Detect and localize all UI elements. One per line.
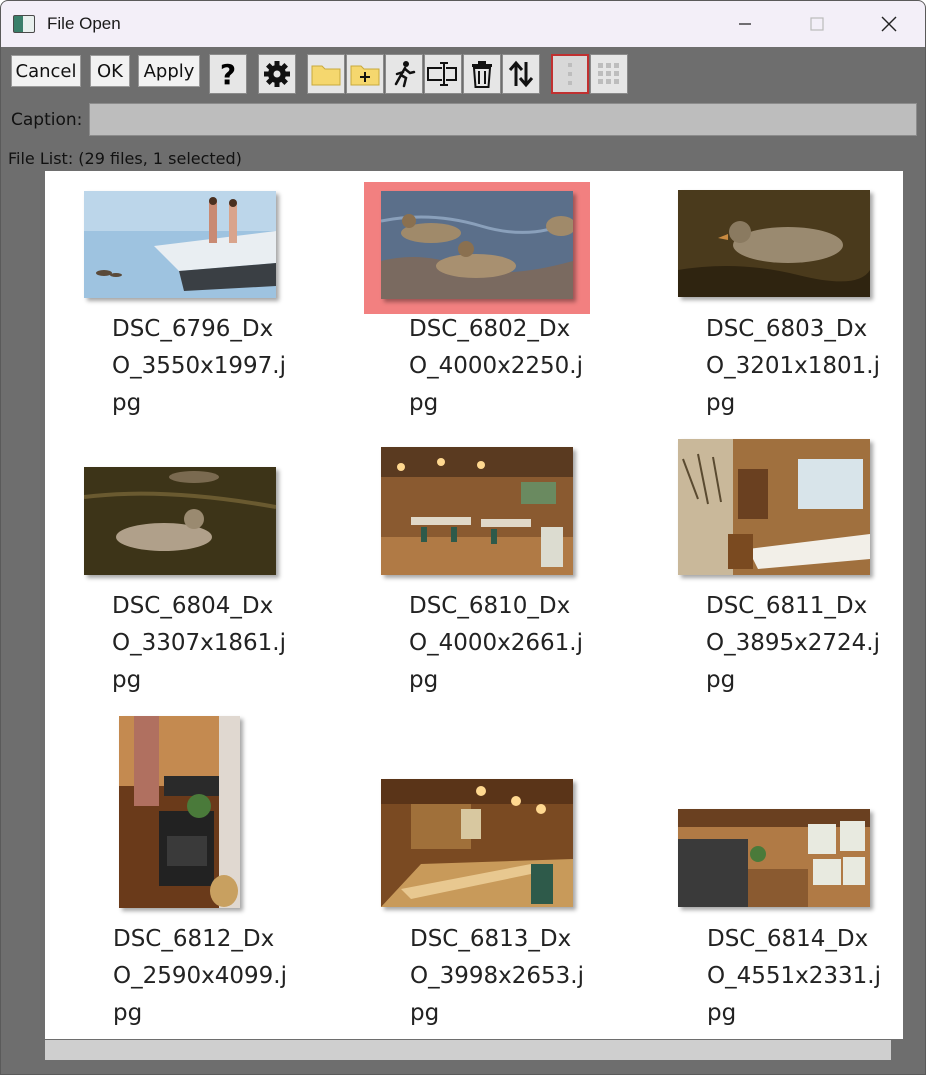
- open-folder-button[interactable]: [307, 54, 345, 94]
- file-name: DSC_6813_Dx O_3998x2653.j pg: [410, 926, 584, 1026]
- thumbnail-dock: [84, 191, 276, 298]
- rename-button[interactable]: [424, 54, 462, 94]
- help-icon: ?: [219, 57, 237, 91]
- thumbnail-ducks: [381, 191, 573, 299]
- file-name: DSC_6814_Dx O_4551x2331.j pg: [707, 926, 881, 1026]
- new-folder-button[interactable]: [346, 54, 384, 94]
- grid-view-button[interactable]: [590, 54, 628, 94]
- caption-row: Caption:: [1, 101, 925, 139]
- thumbnail-kitchen: [678, 809, 870, 907]
- cancel-button[interactable]: Cancel: [11, 55, 81, 87]
- file-item-selected[interactable]: DSC_6802_Dx O_4000x2250.j pg: [331, 171, 617, 431]
- file-item[interactable]: DSC_6811_Dx O_3895x2724.j pg: [617, 439, 903, 701]
- file-name: DSC_6804_Dx O_3307x1861.j pg: [112, 593, 286, 693]
- thumbnail-duck-dark: [84, 467, 276, 575]
- file-name: DSC_6810_Dx O_4000x2661.j pg: [409, 593, 583, 693]
- file-name: DSC_6811_Dx O_3895x2724.j pg: [706, 593, 880, 693]
- maximize-button[interactable]: [781, 1, 853, 47]
- trash-icon: [472, 61, 492, 88]
- sort-arrows-icon: [508, 60, 534, 88]
- file-list-label: File List: (29 files, 1 selected): [8, 149, 242, 168]
- caption-label: Caption:: [11, 110, 83, 130]
- thumbnail-stove: [119, 716, 240, 908]
- close-icon: [881, 16, 897, 32]
- file-name: DSC_6796_Dx O_3550x1997.j pg: [112, 316, 286, 416]
- title-bar: File Open: [1, 1, 925, 47]
- file-item[interactable]: DSC_6803_Dx O_3201x1801.j pg: [617, 171, 903, 431]
- file-name: DSC_6803_Dx O_3201x1801.j pg: [706, 316, 880, 416]
- file-item[interactable]: DSC_6813_Dx O_3998x2653.j pg: [331, 711, 617, 1039]
- thumbnail-restaurant: [381, 447, 573, 575]
- sort-button[interactable]: [502, 54, 540, 94]
- folder-icon: [311, 65, 341, 86]
- file-name: DSC_6802_Dx O_4000x2250.j pg: [409, 316, 583, 416]
- file-item[interactable]: DSC_6804_Dx O_3307x1861.j pg: [45, 441, 331, 701]
- app-icon: [13, 15, 35, 33]
- list-view-button[interactable]: [551, 54, 589, 94]
- thumbnail-bar: [381, 779, 573, 907]
- file-item[interactable]: DSC_6812_Dx O_2590x4099.j pg: [45, 711, 331, 1039]
- help-button[interactable]: ?: [209, 54, 247, 94]
- apply-button[interactable]: Apply: [138, 55, 200, 87]
- thumbnail-dining: [678, 439, 870, 575]
- gear-icon: [264, 61, 290, 87]
- file-name: DSC_6812_Dx O_2590x4099.j pg: [113, 926, 287, 1026]
- ok-button[interactable]: OK: [90, 55, 130, 87]
- delete-button[interactable]: [463, 54, 501, 94]
- file-item[interactable]: DSC_6810_Dx O_4000x2661.j pg: [331, 441, 617, 701]
- file-item[interactable]: DSC_6814_Dx O_4551x2331.j pg: [617, 711, 903, 1039]
- move-button[interactable]: [385, 54, 423, 94]
- running-person-icon: [394, 61, 416, 88]
- close-button[interactable]: [853, 1, 925, 47]
- horizontal-scrollbar[interactable]: [45, 1040, 891, 1060]
- toolbar: Cancel OK Apply ?: [1, 47, 925, 99]
- caption-input[interactable]: [89, 103, 917, 136]
- maximize-icon: [810, 17, 824, 31]
- new-folder-icon: [350, 65, 380, 86]
- settings-button[interactable]: [258, 54, 296, 94]
- grid-view-icon: [598, 63, 619, 84]
- minimize-button[interactable]: [709, 1, 781, 47]
- file-grid[interactable]: DSC_6796_Dx O_3550x1997.j pg DSC_6802_Dx…: [45, 171, 903, 1039]
- list-view-icon: [568, 63, 572, 85]
- file-item[interactable]: DSC_6796_Dx O_3550x1997.j pg: [45, 171, 331, 431]
- rename-icon: [427, 62, 457, 86]
- thumbnail-duck: [678, 190, 870, 297]
- window-title: File Open: [47, 14, 121, 33]
- file-open-window: File Open Cancel OK Apply ? Caption: Fil…: [0, 0, 926, 1075]
- minimize-icon: [739, 23, 751, 25]
